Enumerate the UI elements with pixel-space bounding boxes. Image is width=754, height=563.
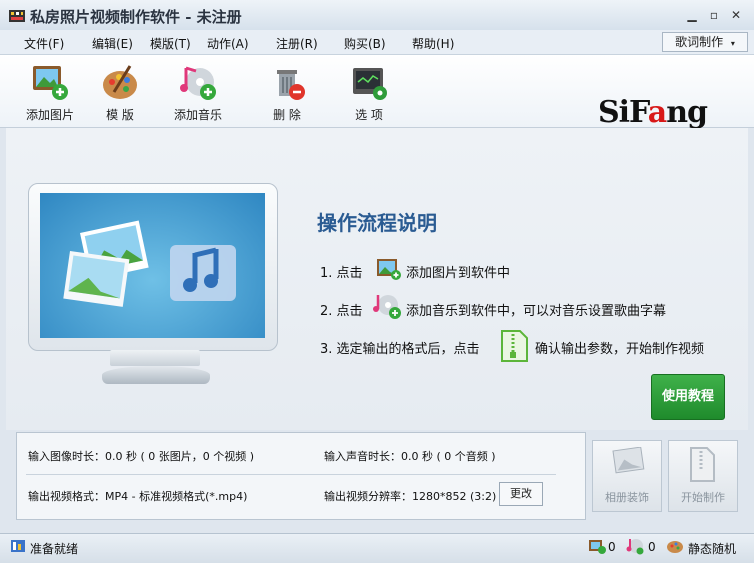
album-decoration-button[interactable]: 相册装饰 bbox=[592, 440, 662, 512]
menu-file[interactable]: 文件(F) bbox=[24, 35, 64, 52]
add-music-button[interactable]: 添加音乐 bbox=[166, 60, 230, 126]
step1-text: 添加图片到软件中 bbox=[406, 266, 511, 281]
music-count-icon bbox=[626, 539, 644, 555]
app-icon bbox=[9, 10, 25, 22]
image-count: 0 bbox=[608, 540, 616, 554]
step3-prefix: 3. 选定输出的格式后，点击 bbox=[320, 342, 480, 357]
add-image-button[interactable]: 添加图片 bbox=[18, 60, 82, 126]
info-panel bbox=[16, 432, 586, 520]
delete-label: 删 除 bbox=[273, 108, 301, 122]
image-count-icon bbox=[589, 540, 606, 554]
image-duration-text: 输入图像时长：0.0 秒 ( 0 张图片，0 个视频 ) bbox=[28, 450, 255, 463]
step3-text: 确认输出参数，开始制作视频 bbox=[535, 342, 705, 357]
output-format-text: 输出视频格式：MP4 - 标准视频格式(*.mp4) bbox=[28, 490, 248, 503]
audio-duration-text: 输入声音时长：0.0 秒 ( 0 个音频 ) bbox=[324, 450, 496, 463]
status-icon bbox=[11, 540, 25, 552]
tutorial-button[interactable]: 使用教程 bbox=[651, 374, 725, 420]
chevron-down-icon: ▾ bbox=[730, 39, 735, 48]
start-production-button[interactable]: 开始制作 bbox=[668, 440, 738, 512]
photo-music-illustration bbox=[63, 220, 236, 307]
menu-edit[interactable]: 编辑(E) bbox=[92, 35, 133, 52]
template-button[interactable]: 模 版 bbox=[88, 60, 152, 126]
sifang-logo: SiFang bbox=[598, 95, 708, 130]
monitor-base bbox=[102, 366, 210, 384]
menu-register[interactable]: 注册(R) bbox=[276, 35, 318, 52]
menu-action[interactable]: 动作(A) bbox=[207, 35, 249, 52]
change-button[interactable]: 更改 bbox=[499, 482, 543, 506]
minimize-button[interactable]: ▁ bbox=[684, 8, 700, 22]
options-icon bbox=[349, 62, 389, 102]
menu-template[interactable]: 模版(T) bbox=[150, 35, 191, 52]
album-decoration-label: 相册装饰 bbox=[605, 491, 649, 504]
zip-file-icon bbox=[501, 330, 528, 362]
lyrics-button[interactable]: 歌词制作 ▾ bbox=[662, 32, 748, 52]
status-text: 准备就绪 bbox=[30, 542, 79, 556]
window-title: 私房照片视频制作软件 - 未注册 bbox=[30, 8, 242, 26]
monitor-screen bbox=[40, 193, 265, 338]
options-button[interactable]: 选 项 bbox=[337, 60, 401, 126]
guide-title: 操作流程说明 bbox=[317, 211, 437, 235]
logo-main: SiF bbox=[598, 95, 649, 130]
logo-accent: a bbox=[647, 95, 667, 130]
menu-buy[interactable]: 购买(B) bbox=[344, 35, 386, 52]
palette-icon bbox=[100, 62, 140, 102]
menu-help[interactable]: 帮助(H) bbox=[412, 35, 454, 52]
add-music-icon bbox=[178, 62, 218, 102]
step2-text: 添加音乐到软件中，可以对音乐设置歌曲字幕 bbox=[406, 304, 667, 319]
maximize-button[interactable]: ▫ bbox=[706, 8, 722, 22]
logo-rest: ng bbox=[666, 95, 708, 130]
add-image-icon bbox=[30, 62, 70, 102]
close-button[interactable]: ✕ bbox=[728, 8, 744, 22]
palette-small-icon bbox=[667, 541, 683, 553]
step2-prefix: 2. 点击 bbox=[320, 304, 363, 319]
mode-text: 静态随机 bbox=[688, 542, 737, 556]
lyrics-button-label: 歌词制作 bbox=[675, 35, 724, 49]
album-icon bbox=[612, 446, 645, 474]
monitor-stand bbox=[110, 350, 200, 366]
options-label: 选 项 bbox=[355, 108, 383, 122]
music-count: 0 bbox=[648, 540, 656, 554]
add-image-label: 添加图片 bbox=[25, 108, 74, 122]
add-music-small-icon bbox=[373, 295, 401, 319]
output-resolution-text: 输出视频分辨率：1280*852 (3:2) bbox=[324, 490, 497, 503]
zip-file-disabled-icon bbox=[690, 447, 715, 482]
start-production-label: 开始制作 bbox=[681, 491, 725, 504]
add-music-label: 添加音乐 bbox=[173, 108, 222, 122]
trash-icon bbox=[267, 62, 307, 102]
info-divider bbox=[26, 474, 556, 475]
template-label: 模 版 bbox=[106, 108, 134, 122]
add-image-small-icon bbox=[377, 259, 401, 280]
step1-prefix: 1. 点击 bbox=[320, 266, 363, 281]
delete-button[interactable]: 删 除 bbox=[255, 60, 319, 126]
